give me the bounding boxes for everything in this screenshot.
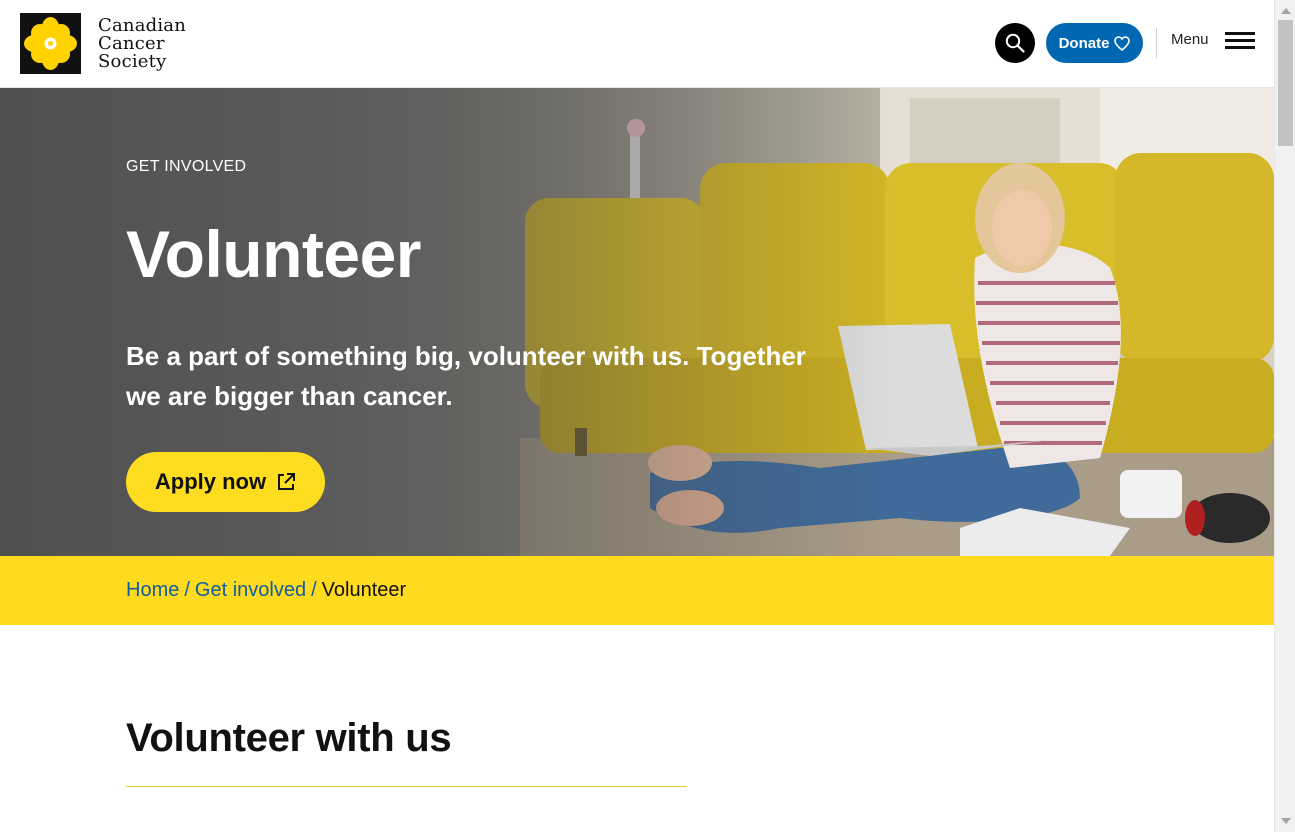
section-divider [126,786,687,787]
breadcrumb: Home / Get involved / Volunteer [126,579,406,602]
scroll-down-arrow-icon[interactable] [1281,818,1291,824]
logo-line-2: Cancer [98,32,165,54]
donate-label: Donate [1058,34,1110,52]
donate-button[interactable]: Donate [1046,23,1143,63]
search-button[interactable] [995,23,1035,63]
heart-icon [1114,35,1131,51]
header-divider [1156,28,1157,58]
hamburger-icon [1224,30,1255,49]
logo-line-3: Society [98,50,167,72]
page-title: Volunteer [126,217,421,291]
logo-line-1: Canadian [98,14,187,36]
site-logo[interactable]: Canadian Cancer Society [20,13,186,74]
breadcrumb-home-link[interactable]: Home [126,579,179,602]
hero-subtitle: Be a part of something big, volunteer wi… [126,341,806,411]
external-link-icon [278,473,296,490]
logo-wordmark: Canadian Cancer Society [98,14,187,72]
hero-eyebrow: GET INVOLVED [126,158,247,175]
breadcrumb-separator: / [184,579,190,601]
breadcrumb-separator: / [311,579,317,601]
menu-button[interactable]: Menu [1171,30,1255,49]
page-scrollbar[interactable] [1274,0,1295,832]
apply-now-button[interactable]: Apply now [126,452,325,512]
apply-now-label: Apply now [154,469,267,494]
site-header: Canadian Cancer Society Donate Menu [0,0,1274,88]
section-title: Volunteer with us [126,716,452,760]
scrollbar-thumb[interactable] [1278,20,1293,146]
breadcrumb-current: Volunteer [321,579,407,601]
breadcrumb-band: Home / Get involved / Volunteer [0,556,1274,625]
menu-label: Menu [1171,30,1209,48]
daffodil-logo-icon [20,13,81,74]
scroll-up-arrow-icon[interactable] [1281,8,1291,14]
breadcrumb-get-involved-link[interactable]: Get involved [195,579,306,602]
search-icon [1005,33,1025,53]
hero-banner: GET INVOLVED Volunteer Be a part of some… [0,88,1274,556]
